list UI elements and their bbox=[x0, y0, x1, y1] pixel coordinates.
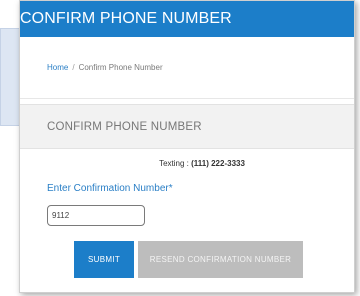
breadcrumb-separator: / bbox=[72, 63, 75, 72]
confirmation-number-input[interactable] bbox=[47, 205, 145, 226]
breadcrumb-current: Confirm Phone Number bbox=[78, 63, 163, 72]
texting-label: Texting : bbox=[159, 159, 192, 168]
texting-info: Texting : (111) 222-3333 bbox=[20, 159, 354, 168]
texting-number: (111) 222-3333 bbox=[191, 159, 245, 168]
card-title: CONFIRM PHONE NUMBER bbox=[20, 105, 354, 149]
resend-confirmation-button[interactable]: RESEND CONFIRMATION NUMBER bbox=[138, 241, 303, 278]
breadcrumb: Home / Confirm Phone Number bbox=[20, 37, 354, 99]
submit-button[interactable]: SUBMIT bbox=[74, 241, 134, 278]
confirmation-number-label: Enter Confirmation Number* bbox=[47, 183, 173, 194]
confirm-phone-window: CONFIRM PHONE NUMBER Home / Confirm Phone … bbox=[19, 0, 355, 293]
breadcrumb-home-link[interactable]: Home bbox=[47, 63, 68, 72]
confirm-card: CONFIRM PHONE NUMBER Texting : (111) 222… bbox=[20, 104, 354, 292]
window-title: CONFIRM PHONE NUMBER bbox=[20, 1, 354, 37]
